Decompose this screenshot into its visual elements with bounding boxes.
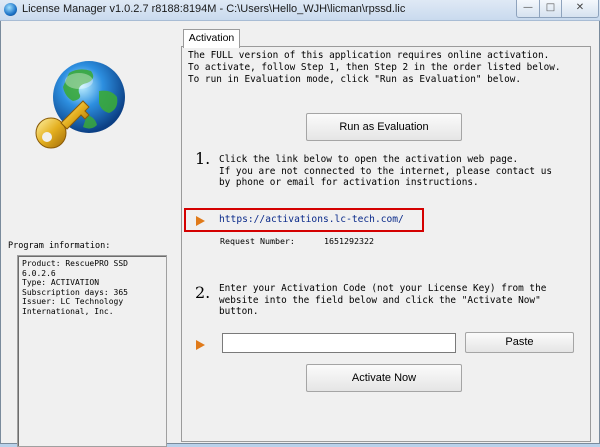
program-info-text: Product: RescuePRO SSD 6.0.2.6 Type: ACT… [22, 259, 128, 316]
program-info-label: Program information: [8, 241, 111, 251]
arrow-right-icon [196, 340, 205, 350]
arrow-right-icon [196, 216, 205, 226]
client-area: Program information: Product: RescuePRO … [3, 21, 597, 447]
tab-activation[interactable]: Activation [183, 29, 240, 48]
activate-now-button[interactable]: Activate Now [306, 364, 462, 392]
close-button[interactable]: ✕ [561, 0, 599, 18]
maximize-button[interactable]: □ [539, 0, 562, 18]
run-as-evaluation-button[interactable]: Run as Evaluation [306, 113, 462, 141]
minimize-button[interactable]: — [516, 0, 540, 18]
request-number-value: 1651292322 [324, 236, 374, 246]
window-title: License Manager v1.0.2.7 r8188:8194M - C… [22, 3, 406, 15]
step-2-number: 2. [195, 283, 211, 302]
title-bar[interactable]: License Manager v1.0.2.7 r8188:8194M - C… [0, 0, 600, 21]
step-1-instructions: Click the link below to open the activat… [219, 154, 553, 188]
step-1-number: 1. [195, 149, 211, 168]
activation-link[interactable]: https://activations.lc-tech.com/ [219, 214, 404, 225]
request-number-label: Request Number: [220, 236, 295, 246]
paste-button[interactable]: Paste [465, 332, 574, 353]
program-info-box: Product: RescuePRO SSD 6.0.2.6 Type: ACT… [17, 255, 167, 447]
activation-code-input[interactable] [222, 333, 456, 353]
globe-icon [4, 3, 17, 16]
activation-intro-text: The FULL version of this application req… [188, 50, 561, 85]
activation-panel: The FULL version of this application req… [181, 46, 591, 442]
license-manager-window: License Manager v1.0.2.7 r8188:8194M - C… [0, 0, 600, 447]
globe-key-logo [35, 61, 125, 149]
step-2-instructions: Enter your Activation Code (not your Lic… [219, 283, 547, 317]
